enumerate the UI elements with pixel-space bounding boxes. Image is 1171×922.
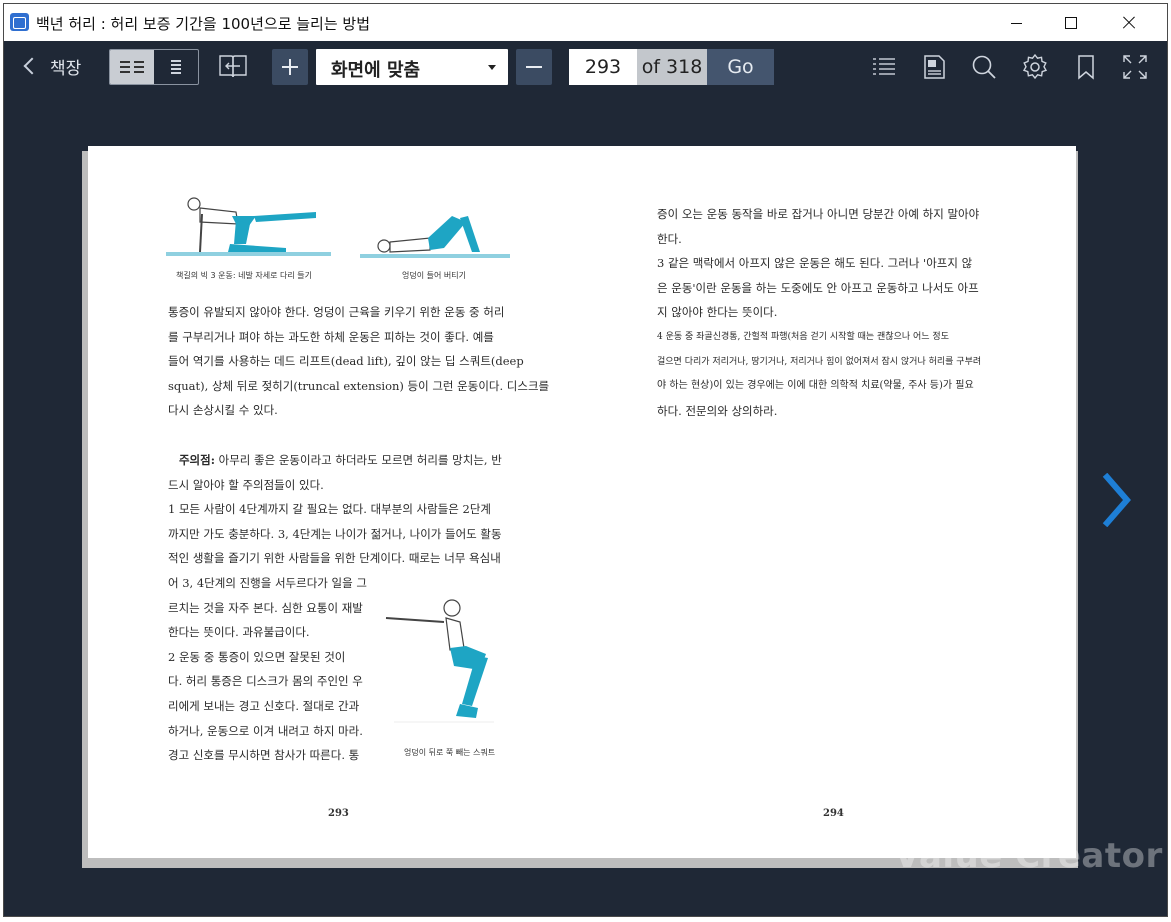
bookmark-icon[interactable] — [1072, 53, 1100, 81]
text-line: 3 같은 맥락에서 아프지 않은 운동은 해도 된다. 그러나 '아프지 않 — [657, 256, 973, 271]
watermark: Value Creator — [894, 836, 1163, 876]
text-line: 까지만 가도 충분하다. 3, 4단계는 나이가 젊거나, 나이가 들어도 활동 — [168, 526, 502, 541]
window-title: 백년 허리 : 허리 보증 기간을 100년으로 늘리는 방법 — [36, 15, 371, 33]
search-icon[interactable] — [970, 53, 998, 81]
title-bar: 백년 허리 : 허리 보증 기간을 100년으로 늘리는 방법 — [4, 4, 1167, 41]
close-button[interactable] — [1100, 4, 1158, 41]
text-line: 걸으면 다리가 저리거나, 땅기거나, 저리거나 힘이 없어져서 잠시 앉거나 … — [657, 356, 982, 367]
minimize-button[interactable] — [988, 4, 1046, 41]
back-to-bookshelf-button[interactable]: 책장 — [22, 53, 81, 79]
text-line: 하다. 전문의와 상의하라. — [657, 403, 778, 418]
back-label: 책장 — [50, 58, 82, 79]
right-page-text: 증이 오는 운동 동작을 바로 잡거나 아니면 당분간 아예 하지 말아야 한다… — [657, 202, 981, 423]
view-mode-toggle — [109, 49, 199, 85]
text-line: 4 운동 중 좌골신경통, 간헐적 파행(처음 걷기 시작할 때는 괜찮으나 어… — [657, 331, 949, 342]
text-line: 다시 손상시킬 수 있다. — [168, 403, 278, 418]
notes-icon[interactable] — [920, 53, 948, 81]
glute-bridge-figure — [360, 216, 510, 258]
settings-gear-icon[interactable] — [1021, 53, 1049, 81]
text-line: 통증이 유발되지 않아야 한다. 엉덩이 근육을 키우기 위한 운동 중 허리 — [168, 305, 505, 319]
zoom-select[interactable]: 화면에 맞춤 — [316, 49, 508, 85]
reading-area: 책길의 빅 3 운동: 네발 자세로 다리 들기 엉덩이 들어 버티기 통증이 … — [4, 91, 1167, 916]
squat-figure — [385, 599, 494, 723]
caption-bridge: 엉덩이 들어 버티기 — [402, 271, 466, 280]
single-column-icon — [164, 60, 188, 74]
caption-squat: 엉덩이 뒤로 쭉 빼는 스쿼트 — [404, 748, 496, 757]
reader-toolbar: 책장 화면에 맞춤 293 of 318 Go — [4, 41, 1167, 91]
quadruped-leg-raise-figure — [166, 197, 331, 256]
text-line: squat), 상체 뒤로 젖히기(truncal extension) 등이 … — [168, 378, 550, 393]
caution-label: 주의점: — [178, 453, 215, 467]
text-line: 야 하는 현상)이 있는 경우에는 이에 대한 의학적 치료(약물, 주사 등)… — [657, 380, 974, 392]
text-line: 주의점: 아무리 좋은 운동이라고 하더라도 모르면 허리를 망치는, 반 — [168, 448, 502, 473]
book-app-icon — [10, 13, 29, 31]
right-page: 증이 오는 운동 동작을 바로 잡거나 아니면 당분간 아예 하지 말아야 한다… — [582, 146, 1076, 858]
toc-book-icon[interactable] — [218, 53, 248, 79]
text-line: 증이 오는 운동 동작을 바로 잡거나 아니면 당분간 아예 하지 말아야 — [657, 207, 980, 221]
caret-down-icon — [488, 65, 496, 70]
text-line: 지 않아야 한다는 뜻이다. — [657, 305, 778, 320]
page-number-right: 294 — [823, 808, 844, 819]
text-line: 적인 생활을 즐기기 위한 사람들을 위한 단계이다. 때로는 너무 욕심내 — [168, 551, 501, 566]
two-column-view-button[interactable] — [110, 50, 154, 84]
single-column-view-button[interactable] — [154, 50, 198, 84]
fullscreen-icon[interactable] — [1121, 53, 1149, 81]
toc-list-icon[interactable] — [870, 53, 898, 81]
next-page-arrow-icon[interactable] — [1101, 473, 1133, 527]
zoom-out-button[interactable] — [516, 49, 552, 85]
caption-leg-raise: 책길의 빅 3 운동: 네발 자세로 다리 들기 — [176, 271, 312, 280]
chevron-left-icon — [23, 57, 41, 75]
page-total: of 318 — [637, 49, 707, 85]
text-line: 들어 역기를 사용하는 데드 리프트(dead lift), 깊이 앉는 딥 스… — [168, 354, 524, 369]
page-number-input[interactable]: 293 — [569, 49, 637, 85]
two-column-icon — [120, 60, 144, 74]
text-line: 1 모든 사람이 4단계까지 갈 필요는 없다. 대부분의 사람들은 2단계 — [168, 502, 492, 517]
zoom-in-button[interactable] — [272, 49, 308, 85]
text-line: 어 3, 4단계의 진행을 서두르다가 일을 그 — [168, 575, 367, 590]
text-line: 드시 알아야 할 주의점들이 있다. — [168, 477, 324, 492]
text-line: 한다. — [657, 231, 682, 246]
zoom-value: 화면에 맞춤 — [331, 60, 421, 81]
left-page: 책길의 빅 3 운동: 네발 자세로 다리 들기 엉덩이 들어 버티기 통증이 … — [88, 146, 582, 858]
reader-window: 백년 허리 : 허리 보증 기간을 100년으로 늘리는 방법 책장 화면에 맞… — [3, 3, 1168, 917]
text-line: 은 운동'이란 운동을 하는 도중에도 안 아프고 운동하고 나서도 아프 — [657, 280, 979, 295]
page-number-left: 293 — [328, 808, 349, 819]
go-button[interactable]: Go — [707, 49, 774, 85]
caution-text: 아무리 좋은 운동이라고 하더라도 모르면 허리를 망치는, 반 — [214, 453, 502, 467]
text-line: 를 구부리거나 펴야 하는 과도한 하체 운동은 피하는 것이 좋다. 예를 — [168, 329, 494, 344]
paragraph-1: 통증이 유발되지 않아야 한다. 엉덩이 근육을 키우기 위한 운동 중 허리 … — [168, 300, 549, 423]
maximize-button[interactable] — [1041, 4, 1099, 41]
